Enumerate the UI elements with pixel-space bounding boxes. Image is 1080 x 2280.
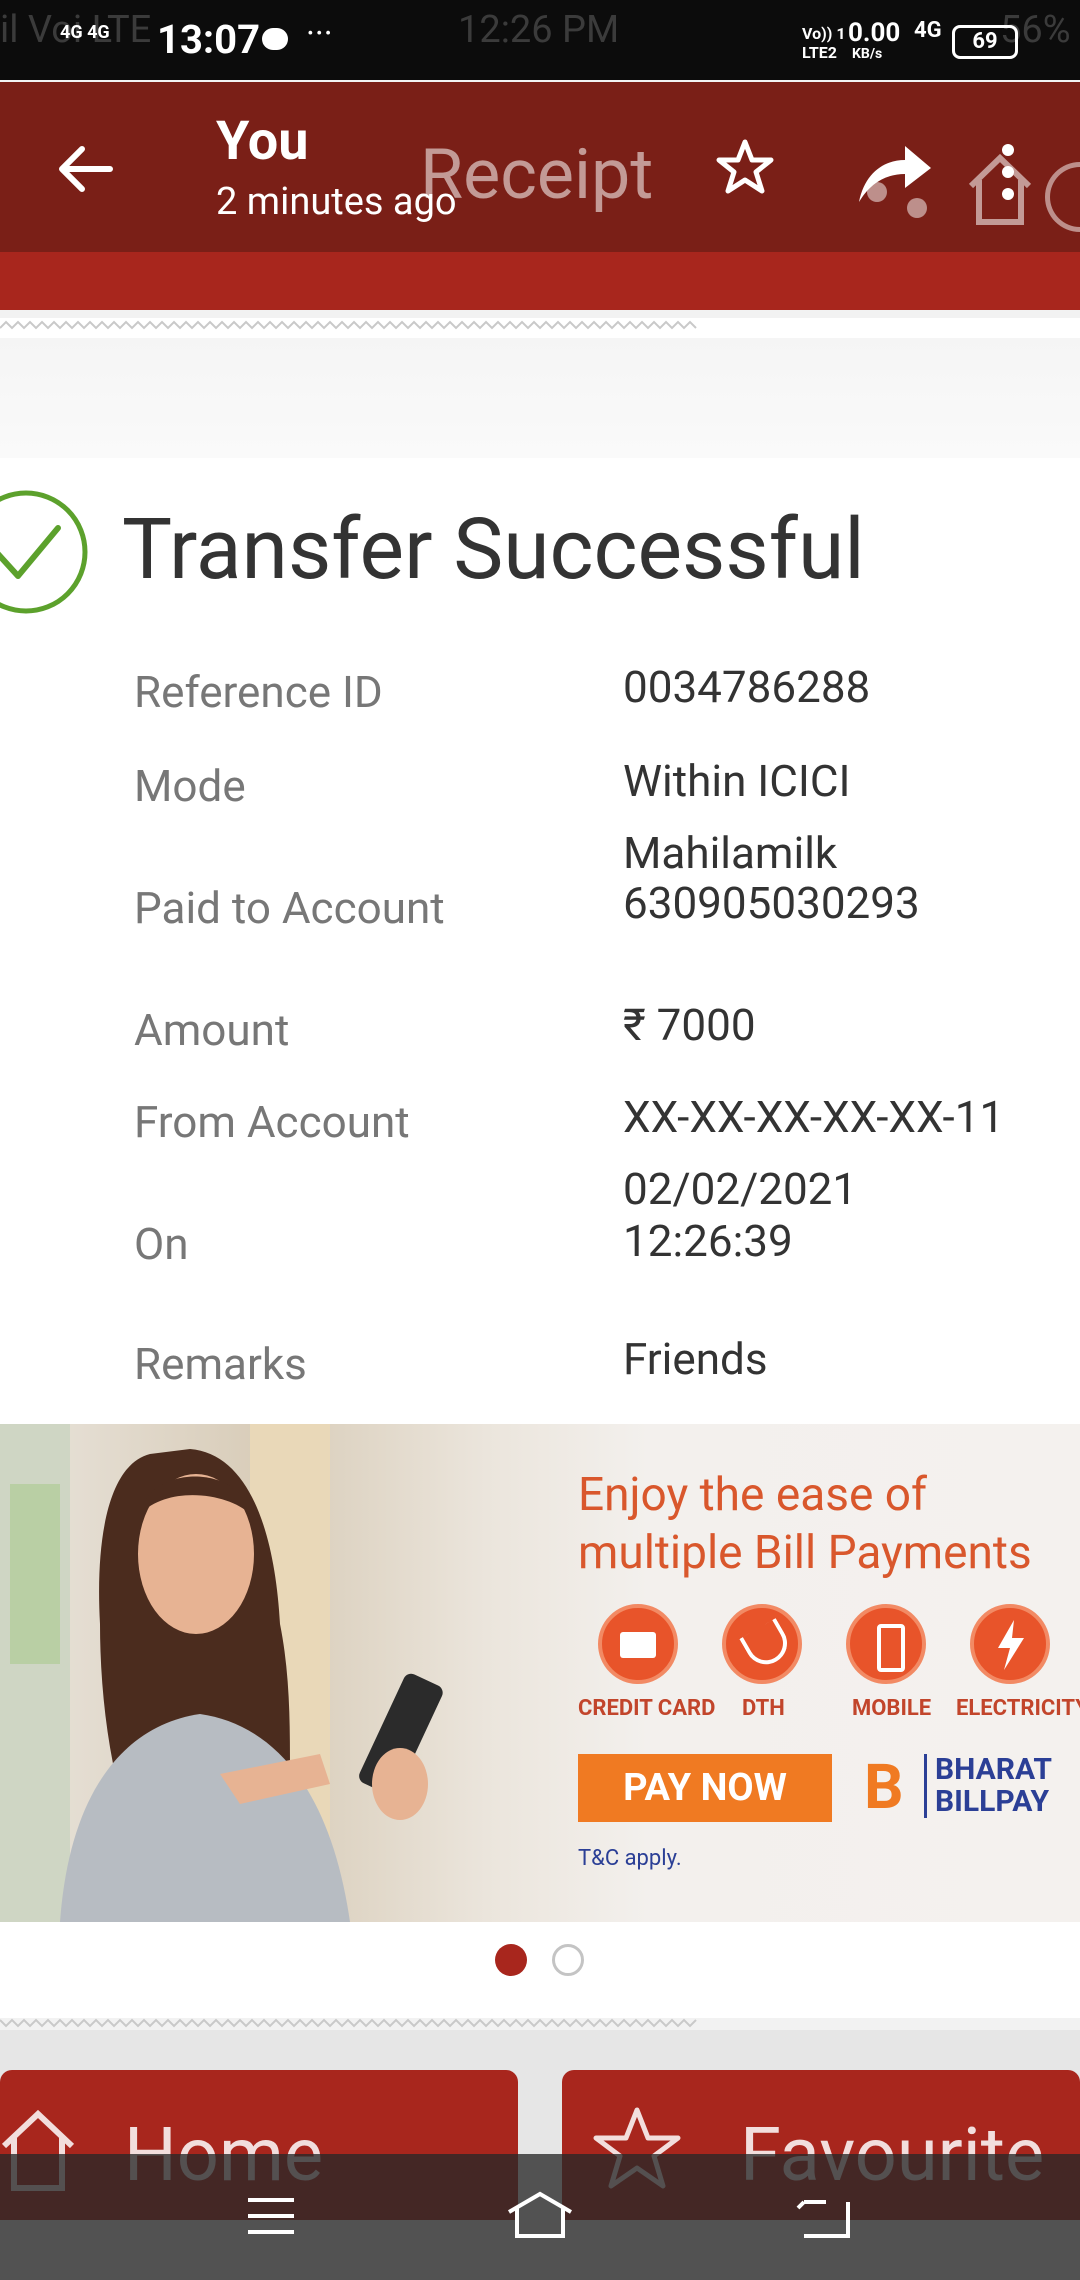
network-type: 4G [914,18,942,43]
detail-value: 0034786288 [623,661,871,713]
recent-apps-icon[interactable] [246,2196,296,2236]
page-title: You [216,110,309,173]
detail-label: Paid to Account [134,882,445,934]
dth-dish-icon [722,1604,802,1684]
ghost-status-time: 12:26 PM [458,8,620,52]
status-bar: il Voi LTE 12:26 PM 56% 4G 4G 13:07 ··· … [0,0,1080,80]
more-notifications-icon: ··· [306,14,333,54]
carousel-dot-active[interactable] [495,1944,527,1976]
icon-label: MOBILE [852,1696,932,1721]
net-speed-unit: KB/s [852,46,883,62]
chat-bubble-icon [262,28,288,50]
icon-label: DTH [742,1696,785,1721]
icon-label: CREDIT CARD [578,1696,716,1721]
more-options-icon[interactable] [1000,142,1016,206]
detail-value: ₹ 7000 [623,999,756,1051]
promo-banner[interactable]: Enjoy the ease of multiple Bill Payments… [0,1424,1080,1922]
back-nav-icon[interactable] [796,2196,852,2240]
back-arrow-icon[interactable] [52,134,122,204]
detail-value-line2: 630905030293 [623,877,920,929]
credit-card-icon [598,1604,678,1684]
woman-with-phone-image [0,1424,443,1922]
carousel-indicator [0,1944,1080,1984]
net-speed: 0.00 [848,18,901,48]
receipt-card: Transfer Successful Reference ID 0034786… [0,318,1080,2028]
pay-now-button[interactable]: PAY NOW [578,1754,832,1822]
banner-headline: Enjoy the ease of multiple Bill Payments [578,1466,1032,1582]
success-check-icon [0,488,90,620]
detail-label: Mode [134,760,246,812]
detail-value: Mahilamilk [623,827,838,879]
volte-icon: Vo)) 1 LTE2 [802,24,846,62]
terms-note: T&C apply. [578,1846,682,1871]
banner-line-1: Enjoy the ease of [578,1468,927,1522]
status-time: 13:07 [157,16,261,63]
share-icon[interactable] [855,142,935,226]
zigzag-bottom [0,2018,697,2028]
icon-label: ELECTRICITY [956,1696,1080,1721]
detail-value: 02/02/2021 [623,1163,858,1215]
app-bar: Receipt You 2 minutes ago [0,82,1080,252]
zigzag-top [0,320,697,330]
detail-label: Reference ID [134,666,383,718]
battery-icon: 69 [952,25,1018,59]
mobile-phone-icon [846,1604,926,1684]
carousel-dot[interactable] [552,1944,584,1976]
home-nav-icon[interactable] [505,2190,575,2238]
detail-value: XX-XX-XX-XX-XX-11 [623,1091,1005,1143]
favourite-star-icon[interactable] [716,138,774,200]
receipt-top-shade [0,338,1080,458]
signal-indicator: 4G 4G [60,22,110,43]
electricity-bolt-icon [970,1604,1050,1684]
page-subtitle: 2 minutes ago [216,180,457,224]
bharat-billpay-logo: BHARAT BILLPAY [924,1754,1052,1818]
bharat-billpay-logo-mark: B [864,1751,904,1824]
brand-line-2: BILLPAY [935,1784,1050,1819]
detail-label: From Account [134,1096,410,1148]
header-band [0,252,1080,310]
detail-label: Amount [134,1004,290,1056]
brand-line-1: BHARAT [935,1752,1052,1787]
detail-label: Remarks [134,1338,307,1390]
detail-value: Friends [623,1333,768,1385]
detail-value-line2: 12:26:39 [623,1215,793,1267]
transfer-status-heading: Transfer Successful [122,500,865,599]
detail-value: Within ICICI [623,755,851,807]
banner-line-2: multiple Bill Payments [578,1526,1032,1580]
detail-label: On [134,1218,189,1270]
partial-icon-edge [1045,162,1080,232]
system-navigation-bar [0,2154,1080,2280]
